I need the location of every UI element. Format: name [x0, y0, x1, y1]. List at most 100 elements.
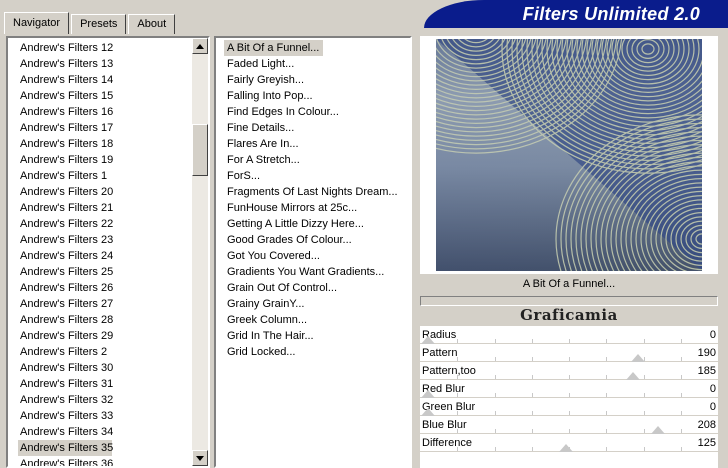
- filter-item[interactable]: Fragments Of Last Nights Dream...: [224, 184, 402, 200]
- slider-tick: [532, 375, 533, 379]
- slider-thumb[interactable]: [631, 354, 645, 362]
- filter-item[interactable]: For A Stretch...: [224, 152, 304, 168]
- tab-navigator[interactable]: Navigator: [4, 12, 70, 34]
- category-item[interactable]: Andrew's Filters 1: [18, 168, 112, 184]
- filter-item[interactable]: Flares Are In...: [224, 136, 303, 152]
- filter-item[interactable]: Find Edges In Colour...: [224, 104, 343, 120]
- slider-row[interactable]: Pattern,too 185: [420, 362, 718, 380]
- category-item[interactable]: Andrew's Filters 24: [18, 248, 113, 264]
- category-item[interactable]: Andrew's Filters 34: [18, 424, 113, 440]
- filter-item[interactable]: Grain Out Of Control...: [224, 280, 341, 296]
- slider-row[interactable]: Radius 0: [420, 326, 718, 344]
- category-item[interactable]: Andrew's Filters 29: [18, 328, 113, 344]
- slider-tick: [532, 447, 533, 451]
- slider-thumb[interactable]: [421, 390, 435, 398]
- category-item[interactable]: Andrew's Filters 19: [18, 152, 113, 168]
- category-item[interactable]: Andrew's Filters 17: [18, 120, 113, 136]
- slider-tick: [495, 375, 496, 379]
- category-item[interactable]: Andrew's Filters 30: [18, 360, 113, 376]
- slider-row[interactable]: Pattern 190: [420, 344, 718, 362]
- scroll-up-button[interactable]: [192, 38, 208, 54]
- slider-tick: [569, 429, 570, 433]
- filter-item[interactable]: Fine Details...: [224, 120, 298, 136]
- category-items: Andrew's Filters 12 Andrew's Filters 13 An…: [8, 38, 208, 466]
- slider-track[interactable]: [420, 336, 718, 344]
- slider-thumb[interactable]: [421, 336, 435, 344]
- filter-item[interactable]: Fairly Greyish...: [224, 72, 308, 88]
- slider-tick: [457, 393, 458, 397]
- slider-tick: [569, 339, 570, 343]
- category-item[interactable]: Andrew's Filters 32: [18, 392, 113, 408]
- category-item[interactable]: Andrew's Filters 16: [18, 104, 113, 120]
- slider-tick: [681, 339, 682, 343]
- filter-item[interactable]: Faded Light...: [224, 56, 298, 72]
- slider-row[interactable]: Blue Blur 208: [420, 416, 718, 434]
- slider-row[interactable]: Red Blur 0: [420, 380, 718, 398]
- slider-tick: [457, 375, 458, 379]
- filter-items: A Bit Of a Funnel... Faded Light... Fairly…: [216, 38, 410, 360]
- slider-tick: [532, 429, 533, 433]
- filter-item[interactable]: Good Grades Of Colour...: [224, 232, 356, 248]
- category-item[interactable]: Andrew's Filters 35: [18, 440, 113, 456]
- category-item[interactable]: Andrew's Filters 2: [18, 344, 112, 360]
- category-item[interactable]: Andrew's Filters 13: [18, 56, 113, 72]
- filter-item[interactable]: Greek Column...: [224, 312, 311, 328]
- category-item[interactable]: Andrew's Filters 28: [18, 312, 113, 328]
- filter-item[interactable]: Grid In The Hair...: [224, 328, 318, 344]
- slider-tick: [644, 339, 645, 343]
- slider-thumb[interactable]: [626, 372, 640, 380]
- slider-thumb[interactable]: [651, 426, 665, 434]
- slider-track[interactable]: [420, 408, 718, 416]
- filter-item[interactable]: A Bit Of a Funnel...: [224, 40, 324, 56]
- scroll-down-button[interactable]: [192, 450, 208, 466]
- filter-list[interactable]: A Bit Of a Funnel... Faded Light... Fairly…: [214, 36, 412, 468]
- category-item[interactable]: Andrew's Filters 14: [18, 72, 113, 88]
- filter-item[interactable]: Getting A Little Dizzy Here...: [224, 216, 368, 232]
- slider-tick: [495, 339, 496, 343]
- slider-tick: [606, 393, 607, 397]
- category-scrollbar[interactable]: [192, 38, 208, 466]
- category-item[interactable]: Andrew's Filters 22: [18, 216, 113, 232]
- category-item[interactable]: Andrew's Filters 15: [18, 88, 113, 104]
- tab-presets[interactable]: Presets: [71, 14, 127, 34]
- slider-track[interactable]: [420, 426, 718, 434]
- filter-item[interactable]: Gradients You Want Gradients...: [224, 264, 388, 280]
- category-item[interactable]: Andrew's Filters 20: [18, 184, 113, 200]
- slider-track[interactable]: [420, 372, 718, 380]
- slider-tick: [495, 429, 496, 433]
- slider-tick: [495, 447, 496, 451]
- category-item[interactable]: Andrew's Filters 36: [18, 456, 113, 466]
- slider-row[interactable]: Green Blur 0: [420, 398, 718, 416]
- category-item[interactable]: Andrew's Filters 31: [18, 376, 113, 392]
- filter-item[interactable]: Grid Locked...: [224, 344, 299, 360]
- category-item[interactable]: Andrew's Filters 18: [18, 136, 113, 152]
- filter-item[interactable]: ForS...: [224, 168, 264, 184]
- filter-item[interactable]: Got You Covered...: [224, 248, 324, 264]
- filter-item[interactable]: Falling Into Pop...: [224, 88, 317, 104]
- arrow-down-icon: [196, 455, 204, 461]
- slider-tick: [644, 375, 645, 379]
- slider-track[interactable]: [420, 354, 718, 362]
- slider-track[interactable]: [420, 390, 718, 398]
- category-item[interactable]: Andrew's Filters 27: [18, 296, 113, 312]
- category-item[interactable]: Andrew's Filters 33: [18, 408, 113, 424]
- slider-track[interactable]: [420, 444, 718, 452]
- slider-tick: [681, 357, 682, 361]
- slider-row[interactable]: Difference 125: [420, 434, 718, 452]
- filter-item[interactable]: FunHouse Mirrors at 25c...: [224, 200, 361, 216]
- category-item[interactable]: Andrew's Filters 12: [18, 40, 113, 56]
- category-item[interactable]: Andrew's Filters 26: [18, 280, 113, 296]
- tab-about[interactable]: About: [128, 14, 176, 34]
- filter-item[interactable]: Grainy GrainY...: [224, 296, 308, 312]
- category-list[interactable]: Andrew's Filters 12 Andrew's Filters 13 An…: [6, 36, 210, 468]
- slider-tick: [495, 393, 496, 397]
- slider-tick: [644, 411, 645, 415]
- category-item[interactable]: Andrew's Filters 21: [18, 200, 113, 216]
- slider-tick: [457, 357, 458, 361]
- slider-thumb[interactable]: [421, 408, 435, 416]
- scroll-thumb[interactable]: [192, 124, 208, 176]
- category-item[interactable]: Andrew's Filters 23: [18, 232, 113, 248]
- slider-thumb[interactable]: [559, 444, 573, 452]
- category-item[interactable]: Andrew's Filters 25: [18, 264, 113, 280]
- arrow-up-icon: [196, 43, 204, 49]
